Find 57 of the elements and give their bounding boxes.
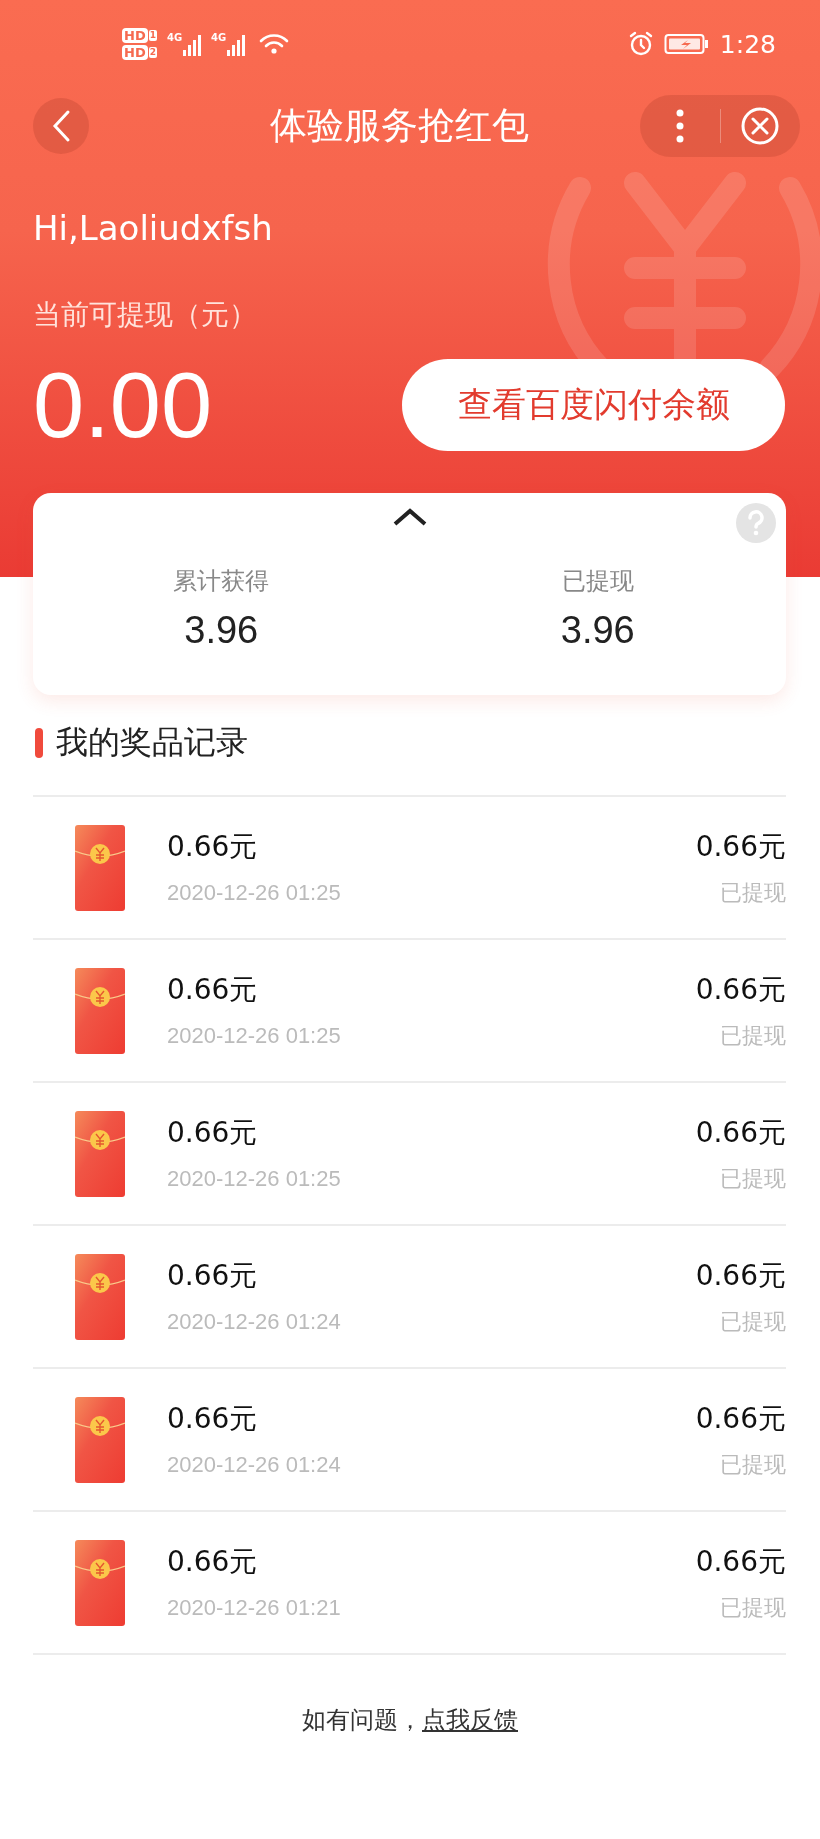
withdraw-status: 已提现	[719, 1021, 786, 1050]
prize-amount: 0.66元	[695, 1114, 786, 1151]
prize-time: 2020-12-26 01:24	[167, 1307, 342, 1336]
back-button[interactable]	[33, 98, 89, 154]
envelope-icon	[75, 1396, 125, 1483]
stat-value: 3.96	[560, 608, 635, 653]
sim-label: HD	[122, 45, 148, 60]
sim-label: HD	[122, 28, 148, 43]
prize-title: 0.66元	[167, 1257, 259, 1294]
prize-title: 0.66元	[167, 1400, 259, 1437]
balance-label: 当前可提现（元）	[33, 297, 258, 333]
caret-up-icon[interactable]	[392, 507, 428, 527]
greeting: Hi,Laoliudxfsh	[33, 207, 274, 250]
envelope-icon	[75, 1253, 125, 1340]
prize-title: 0.66元	[167, 828, 259, 865]
feedback-text: 如有问题，点我反馈	[301, 1705, 519, 1736]
prize-title: 0.66元	[167, 971, 259, 1008]
network-type: 4G	[166, 32, 183, 43]
prize-amount: 0.66元	[695, 828, 786, 865]
withdraw-status: 已提现	[719, 1164, 786, 1193]
section-title: 我的奖品记录	[56, 722, 248, 763]
more-dots-icon	[675, 109, 684, 143]
withdraw-status: 已提现	[719, 1593, 786, 1622]
network-type: 4G	[211, 32, 227, 43]
stat-label: 已提现	[561, 566, 634, 597]
prize-title: 0.66元	[167, 1543, 259, 1580]
prize-time: 2020-12-26 01:25	[167, 1021, 342, 1050]
prize-time: 2020-12-26 01:25	[167, 878, 342, 907]
stat-value: 3.96	[184, 608, 259, 653]
accent-bar	[35, 728, 43, 758]
envelope-icon	[75, 1539, 125, 1626]
alarm-icon	[627, 31, 654, 57]
prize-time: 2020-12-26 01:21	[167, 1593, 342, 1622]
balance-button[interactable]: 查看百度闪付余额	[402, 359, 785, 451]
prize-amount: 0.66元	[695, 971, 786, 1008]
prize-amount: 0.66元	[695, 1543, 786, 1580]
prize-amount: 0.66元	[695, 1257, 786, 1294]
page-title: 体验服务抢红包	[269, 103, 530, 149]
prize-amount: 0.66元	[695, 1400, 786, 1437]
balance-amount: 0.00	[33, 359, 214, 451]
envelope-icon	[75, 1110, 125, 1197]
withdraw-status: 已提现	[719, 1307, 786, 1336]
sim-slot: 1	[148, 30, 157, 41]
envelope-icon	[75, 824, 125, 911]
stat-label: 累计获得	[173, 566, 270, 597]
withdraw-status: 已提现	[719, 878, 786, 907]
wifi-icon	[259, 33, 290, 55]
sim-slot: 2	[148, 47, 157, 58]
battery-icon	[663, 33, 710, 55]
prize-time: 2020-12-26 01:25	[167, 1164, 342, 1193]
withdraw-status: 已提现	[719, 1450, 786, 1479]
prize-time: 2020-12-26 01:24	[167, 1450, 342, 1479]
envelope-icon	[75, 967, 125, 1054]
clock-time: 1:28	[719, 29, 776, 59]
close-icon	[740, 106, 781, 146]
prize-title: 0.66元	[167, 1114, 259, 1151]
feedback-link[interactable]: 点我反馈	[422, 1706, 518, 1734]
